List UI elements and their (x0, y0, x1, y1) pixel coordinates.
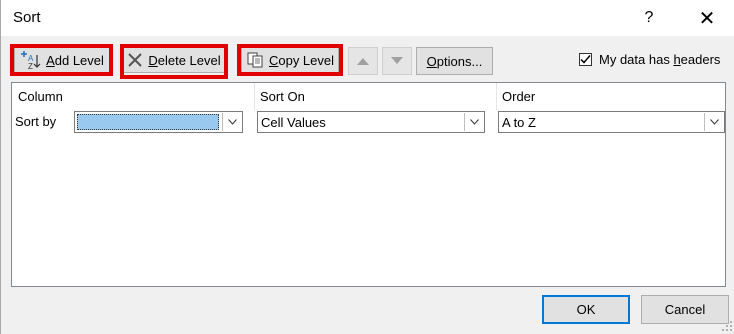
cancel-label: Cancel (664, 302, 706, 317)
triangle-up-icon (357, 58, 369, 65)
delete-level-label: elete Level (157, 52, 221, 68)
sort-levels-list: Column Sort On Order Sort by Cell Values (11, 82, 726, 287)
column-dropdown-button[interactable] (222, 113, 241, 131)
headers-checkbox-label: My data has headers (599, 52, 721, 67)
add-level-label: dd Level (54, 52, 104, 68)
sort-on-select[interactable]: Cell Values (257, 111, 485, 133)
sort-by-label: Sort by (15, 114, 57, 129)
order-header: Order (502, 89, 536, 104)
title-bar: Sort ? ✕ (1, 0, 734, 36)
options-button[interactable]: Options... (416, 47, 493, 75)
help-icon: ? (644, 9, 654, 26)
header-divider (254, 83, 255, 110)
copy-level-label: opy Level (278, 52, 335, 68)
order-value: A to Z (502, 115, 536, 130)
add-level-icon: A Z (21, 51, 41, 70)
triangle-down-icon (391, 57, 403, 64)
sort-on-dropdown-button[interactable] (464, 113, 483, 131)
sort-dialog: Sort ? ✕ A Z Add Level Delete Level Copy… (0, 0, 734, 334)
move-up-button[interactable] (348, 47, 378, 75)
column-select[interactable] (74, 111, 243, 133)
order-select[interactable]: A to Z (498, 111, 725, 133)
add-level-accel: A (46, 52, 55, 68)
resize-grip-icon[interactable] (721, 320, 733, 332)
list-header: Column Sort On Order (12, 83, 725, 111)
chevron-down-icon (227, 119, 237, 125)
cancel-button[interactable]: Cancel (641, 295, 729, 324)
sort-on-value: Cell Values (261, 115, 326, 130)
delete-icon (128, 53, 143, 67)
checkmark-icon (580, 55, 591, 64)
svg-text:Z: Z (28, 62, 33, 70)
order-dropdown-button[interactable] (704, 113, 723, 131)
headers-checkbox[interactable] (579, 53, 592, 66)
headers-checkbox-row[interactable]: My data has headers (579, 52, 720, 67)
add-level-button[interactable]: A Z Add Level (14, 47, 111, 73)
options-accel: O (426, 53, 437, 69)
delete-level-accel: D (148, 52, 158, 68)
move-down-button[interactable] (382, 47, 412, 75)
copy-icon (247, 52, 263, 68)
sort-level-row: Sort by Cell Values A to Z (12, 110, 725, 136)
close-icon: ✕ (698, 7, 716, 30)
window-title: Sort (13, 9, 41, 26)
ok-button[interactable]: OK (542, 295, 630, 324)
delete-level-button[interactable]: Delete Level (123, 47, 225, 73)
column-selection (77, 114, 219, 130)
chevron-down-icon (469, 119, 479, 125)
options-label: ptions... (436, 53, 483, 69)
chevron-down-icon (709, 119, 719, 125)
close-button[interactable]: ✕ (685, 4, 729, 32)
sort-on-header: Sort On (260, 89, 305, 104)
copy-level-button[interactable]: Copy Level (241, 47, 339, 73)
column-header: Column (18, 89, 63, 104)
header-divider (496, 83, 497, 110)
help-button[interactable]: ? (627, 4, 671, 32)
ok-label: OK (576, 302, 596, 317)
copy-level-accel: C (268, 52, 279, 68)
